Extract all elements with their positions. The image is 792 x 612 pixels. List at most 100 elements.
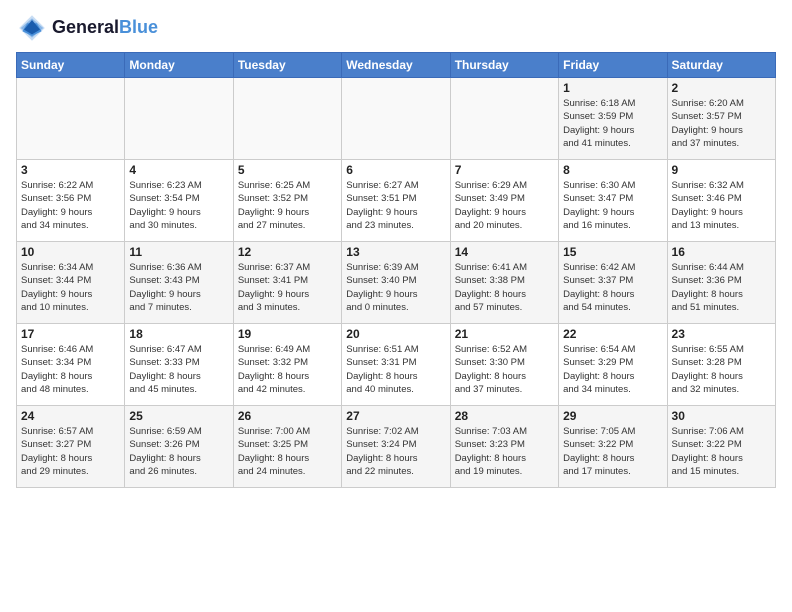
day-info: Sunrise: 6:46 AM Sunset: 3:34 PM Dayligh… [21, 343, 120, 396]
calendar-day-cell: 10 Sunrise: 6:34 AM Sunset: 3:44 PM Dayli… [17, 242, 125, 324]
col-saturday: Saturday [667, 53, 775, 78]
col-friday: Friday [559, 53, 667, 78]
day-number: 28 [455, 409, 554, 423]
day-info: Sunrise: 7:02 AM Sunset: 3:24 PM Dayligh… [346, 425, 445, 478]
col-monday: Monday [125, 53, 233, 78]
header: GeneralBlue [16, 12, 776, 44]
calendar-day-cell: 5 Sunrise: 6:25 AM Sunset: 3:52 PM Daylig… [233, 160, 341, 242]
calendar-day-cell: 12 Sunrise: 6:37 AM Sunset: 3:41 PM Dayli… [233, 242, 341, 324]
calendar-day-cell: 21 Sunrise: 6:52 AM Sunset: 3:30 PM Dayli… [450, 324, 558, 406]
day-info: Sunrise: 7:06 AM Sunset: 3:22 PM Dayligh… [672, 425, 771, 478]
page: GeneralBlue Sunday Monday Tuesday Wednes… [0, 0, 792, 612]
day-number: 18 [129, 327, 228, 341]
day-info: Sunrise: 6:22 AM Sunset: 3:56 PM Dayligh… [21, 179, 120, 232]
day-number: 12 [238, 245, 337, 259]
day-number: 5 [238, 163, 337, 177]
col-wednesday: Wednesday [342, 53, 450, 78]
day-info: Sunrise: 6:59 AM Sunset: 3:26 PM Dayligh… [129, 425, 228, 478]
day-number: 19 [238, 327, 337, 341]
logo: GeneralBlue [16, 12, 158, 44]
calendar-day-cell: 24 Sunrise: 6:57 AM Sunset: 3:27 PM Dayli… [17, 406, 125, 488]
calendar-day-cell: 3 Sunrise: 6:22 AM Sunset: 3:56 PM Daylig… [17, 160, 125, 242]
col-tuesday: Tuesday [233, 53, 341, 78]
day-number: 30 [672, 409, 771, 423]
calendar-day-cell: 7Sunrise: 6:29 AM Sunset: 3:49 PM Daylig… [450, 160, 558, 242]
calendar-day-cell: 25Sunrise: 6:59 AM Sunset: 3:26 PM Dayli… [125, 406, 233, 488]
calendar-day-cell: 14 Sunrise: 6:41 AM Sunset: 3:38 PM Dayli… [450, 242, 558, 324]
day-number: 21 [455, 327, 554, 341]
day-info: Sunrise: 6:41 AM Sunset: 3:38 PM Dayligh… [455, 261, 554, 314]
day-info: Sunrise: 6:34 AM Sunset: 3:44 PM Dayligh… [21, 261, 120, 314]
calendar-header-row: Sunday Monday Tuesday Wednesday Thursday… [17, 53, 776, 78]
day-number: 26 [238, 409, 337, 423]
calendar-day-cell: 19 Sunrise: 6:49 AM Sunset: 3:32 PM Dayli… [233, 324, 341, 406]
calendar-day-cell: 16Sunrise: 6:44 AM Sunset: 3:36 PM Dayli… [667, 242, 775, 324]
calendar-table: Sunday Monday Tuesday Wednesday Thursday… [16, 52, 776, 488]
day-info: Sunrise: 6:42 AM Sunset: 3:37 PM Dayligh… [563, 261, 662, 314]
calendar-week-row: 1 Sunrise: 6:18 AM Sunset: 3:59 PM Daylig… [17, 78, 776, 160]
day-info: Sunrise: 6:44 AM Sunset: 3:36 PM Dayligh… [672, 261, 771, 314]
day-info: Sunrise: 7:03 AM Sunset: 3:23 PM Dayligh… [455, 425, 554, 478]
logo-icon [16, 12, 48, 44]
calendar-week-row: 17Sunrise: 6:46 AM Sunset: 3:34 PM Dayli… [17, 324, 776, 406]
day-number: 29 [563, 409, 662, 423]
calendar-day-cell: 29Sunrise: 7:05 AM Sunset: 3:22 PM Dayli… [559, 406, 667, 488]
calendar-day-cell: 28 Sunrise: 7:03 AM Sunset: 3:23 PM Dayli… [450, 406, 558, 488]
day-number: 24 [21, 409, 120, 423]
calendar-day-cell: 30 Sunrise: 7:06 AM Sunset: 3:22 PM Dayli… [667, 406, 775, 488]
logo-text: GeneralBlue [52, 18, 158, 38]
day-info: Sunrise: 7:00 AM Sunset: 3:25 PM Dayligh… [238, 425, 337, 478]
day-info: Sunrise: 6:23 AM Sunset: 3:54 PM Dayligh… [129, 179, 228, 232]
day-number: 3 [21, 163, 120, 177]
day-info: Sunrise: 6:29 AM Sunset: 3:49 PM Dayligh… [455, 179, 554, 232]
day-info: Sunrise: 6:30 AM Sunset: 3:47 PM Dayligh… [563, 179, 662, 232]
calendar-day-cell: 6 Sunrise: 6:27 AM Sunset: 3:51 PM Daylig… [342, 160, 450, 242]
day-info: Sunrise: 6:57 AM Sunset: 3:27 PM Dayligh… [21, 425, 120, 478]
day-number: 27 [346, 409, 445, 423]
day-info: Sunrise: 6:49 AM Sunset: 3:32 PM Dayligh… [238, 343, 337, 396]
day-number: 10 [21, 245, 120, 259]
calendar-day-cell: 8 Sunrise: 6:30 AM Sunset: 3:47 PM Daylig… [559, 160, 667, 242]
day-info: Sunrise: 6:32 AM Sunset: 3:46 PM Dayligh… [672, 179, 771, 232]
col-sunday: Sunday [17, 53, 125, 78]
calendar-day-cell: 23Sunrise: 6:55 AM Sunset: 3:28 PM Dayli… [667, 324, 775, 406]
day-info: Sunrise: 6:25 AM Sunset: 3:52 PM Dayligh… [238, 179, 337, 232]
day-number: 8 [563, 163, 662, 177]
calendar-day-cell [125, 78, 233, 160]
calendar-day-cell [17, 78, 125, 160]
calendar-day-cell: 11 Sunrise: 6:36 AM Sunset: 3:43 PM Dayli… [125, 242, 233, 324]
day-info: Sunrise: 6:37 AM Sunset: 3:41 PM Dayligh… [238, 261, 337, 314]
calendar-week-row: 10 Sunrise: 6:34 AM Sunset: 3:44 PM Dayli… [17, 242, 776, 324]
day-info: Sunrise: 6:20 AM Sunset: 3:57 PM Dayligh… [672, 97, 771, 150]
calendar-day-cell: 2Sunrise: 6:20 AM Sunset: 3:57 PM Daylig… [667, 78, 775, 160]
calendar-day-cell: 9 Sunrise: 6:32 AM Sunset: 3:46 PM Daylig… [667, 160, 775, 242]
day-number: 11 [129, 245, 228, 259]
calendar-day-cell: 17Sunrise: 6:46 AM Sunset: 3:34 PM Dayli… [17, 324, 125, 406]
day-info: Sunrise: 6:18 AM Sunset: 3:59 PM Dayligh… [563, 97, 662, 150]
day-number: 20 [346, 327, 445, 341]
day-number: 4 [129, 163, 228, 177]
day-info: Sunrise: 6:39 AM Sunset: 3:40 PM Dayligh… [346, 261, 445, 314]
calendar-day-cell [450, 78, 558, 160]
day-info: Sunrise: 6:36 AM Sunset: 3:43 PM Dayligh… [129, 261, 228, 314]
day-number: 23 [672, 327, 771, 341]
calendar-day-cell: 22 Sunrise: 6:54 AM Sunset: 3:29 PM Dayli… [559, 324, 667, 406]
day-info: Sunrise: 6:54 AM Sunset: 3:29 PM Dayligh… [563, 343, 662, 396]
calendar-day-cell: 4 Sunrise: 6:23 AM Sunset: 3:54 PM Daylig… [125, 160, 233, 242]
calendar-week-row: 24 Sunrise: 6:57 AM Sunset: 3:27 PM Dayli… [17, 406, 776, 488]
calendar-day-cell: 26 Sunrise: 7:00 AM Sunset: 3:25 PM Dayli… [233, 406, 341, 488]
day-number: 13 [346, 245, 445, 259]
calendar-day-cell [233, 78, 341, 160]
day-info: Sunrise: 6:47 AM Sunset: 3:33 PM Dayligh… [129, 343, 228, 396]
calendar-day-cell: 1 Sunrise: 6:18 AM Sunset: 3:59 PM Daylig… [559, 78, 667, 160]
day-number: 6 [346, 163, 445, 177]
day-number: 1 [563, 81, 662, 95]
day-number: 9 [672, 163, 771, 177]
day-number: 22 [563, 327, 662, 341]
day-info: Sunrise: 6:51 AM Sunset: 3:31 PM Dayligh… [346, 343, 445, 396]
logo-blue-text: Blue [119, 17, 158, 37]
day-info: Sunrise: 6:52 AM Sunset: 3:30 PM Dayligh… [455, 343, 554, 396]
calendar-day-cell: 27 Sunrise: 7:02 AM Sunset: 3:24 PM Dayli… [342, 406, 450, 488]
day-info: Sunrise: 6:27 AM Sunset: 3:51 PM Dayligh… [346, 179, 445, 232]
day-number: 14 [455, 245, 554, 259]
